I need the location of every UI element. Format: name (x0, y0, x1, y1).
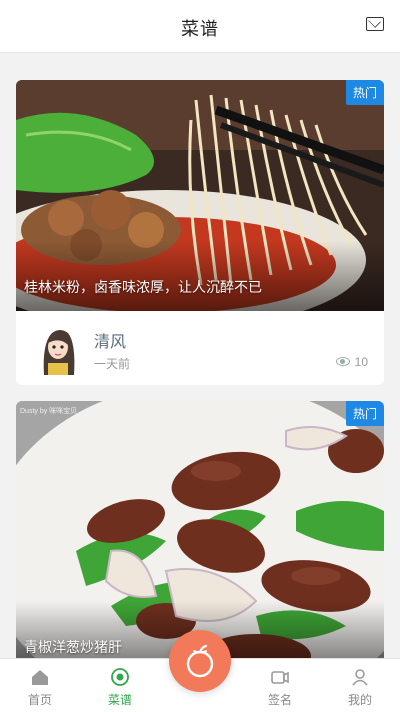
tab-mine[interactable]: 我的 (320, 659, 400, 712)
tab-label: 菜谱 (107, 693, 132, 707)
page-title: 菜谱 (181, 19, 219, 39)
tab-recipes[interactable]: 菜谱 (80, 659, 160, 712)
recipe-card[interactable]: Dusty by 咪咪宝贝 热门 青椒洋葱炒猪肝 (16, 401, 384, 658)
tomato-action-button[interactable] (169, 630, 231, 692)
home-icon (32, 670, 48, 685)
eye-icon (335, 357, 350, 367)
tomato-icon (186, 644, 214, 678)
top-bar: 菜谱 (0, 0, 400, 53)
tab-label: 我的 (347, 693, 372, 707)
author-row[interactable]: 清风 一天前 10 (16, 311, 384, 385)
watermark-text: Dusty by 咪咪宝贝 (20, 406, 77, 415)
tab-label: 首页 (27, 693, 52, 707)
hot-badge: 热门 (345, 401, 384, 426)
recipe-photo-pork-liver[interactable]: Dusty by 咪咪宝贝 热门 青椒洋葱炒猪肝 (16, 401, 384, 658)
mail-icon[interactable] (366, 17, 384, 31)
avatar[interactable] (38, 323, 78, 375)
tab-sign[interactable]: 签名 (240, 659, 320, 712)
hot-badge: 热门 (345, 80, 384, 105)
tab-home[interactable]: 首页 (0, 659, 80, 712)
target-icon (111, 668, 129, 686)
tab-label: 签名 (267, 693, 292, 707)
author-name[interactable]: 清风 (94, 328, 126, 352)
recipe-card[interactable]: 热门 桂林米粉，卤香味浓厚，让人沉醉不已 清风 一天前 10 (16, 80, 384, 385)
camera-icon (271, 671, 289, 684)
post-time: 一天前 (94, 357, 131, 371)
user-icon (352, 669, 368, 686)
recipe-photo-guilin-rice-noodles[interactable]: 热门 桂林米粉，卤香味浓厚，让人沉醉不已 (16, 80, 384, 311)
view-count: 10 (335, 355, 368, 369)
recipe-caption: 桂林米粉，卤香味浓厚，让人沉醉不已 (24, 279, 262, 295)
view-count-value: 10 (354, 355, 368, 369)
recipe-feed[interactable]: 热门 桂林米粉，卤香味浓厚，让人沉醉不已 清风 一天前 10 Dusty by … (0, 53, 400, 658)
